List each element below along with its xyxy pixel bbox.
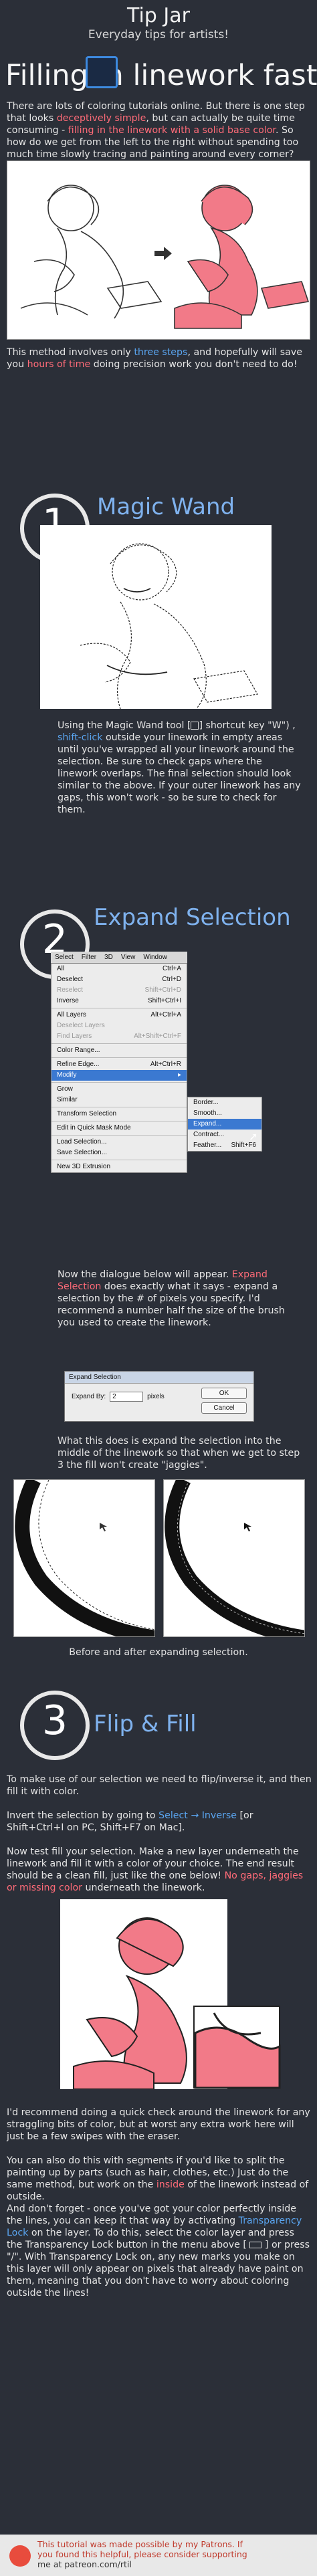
step-3-text-4: I'd recommend doing a quick check around… [7,2107,310,2142]
expand-by-label: Expand By: [72,1393,106,1400]
footer-line-3[interactable]: me at patreon.com/rtil [37,2559,312,2569]
menu-item-new-3d-extrusion[interactable]: New 3D Extrusion [51,1162,187,1172]
menu-item-load-selection[interactable]: Load Selection... [51,1137,187,1148]
menubar: Select Filter 3D View Window [51,952,187,963]
patreon-icon[interactable] [9,2545,31,2567]
menu-item-transform-selection[interactable]: Transform Selection [51,1109,187,1119]
app-logo-icon [86,56,118,88]
modify-submenu: Border... Smooth... Expand... Contract..… [187,1097,262,1152]
expand-by-input[interactable]: 2 [110,1392,144,1402]
ok-button[interactable]: OK [201,1388,247,1399]
select-dropdown: All Ctrl+A Deselect Ctrl+D Reselect Shift+C… [51,963,187,1173]
menu-item-all[interactable]: All Ctrl+A [51,964,187,974]
step-3-text-2: Invert the selection by going to Select … [7,1810,253,1833]
menubar-3d[interactable]: 3D [104,954,113,961]
menu-item-deselect[interactable]: Deselect Ctrl+D [51,974,187,985]
step-3-text-5: You can also do this with segments if yo… [7,2155,309,2202]
before-expand-image [13,1479,155,1637]
step-2-caption: Before and after expanding selection. [69,1647,248,1658]
unit-label: pixels [147,1393,165,1400]
step-2-text-2: What this does is expand the selection i… [58,1436,300,1471]
dialog-title: Expand Selection [65,1372,253,1384]
menu-item-reselect[interactable]: Reselect Shift+Ctrl+D [51,985,187,996]
transparency-lock-icon [249,2242,262,2248]
step-1-text: Using the Magic Wand tool [] shortcut ke… [58,720,301,815]
step-2-text-1: Now the dialogue below will appear. Expa… [58,1269,285,1328]
step-3-text-6: And don't forget - once you've got your … [7,2204,310,2298]
submenu-item-smooth[interactable]: Smooth... [188,1108,261,1119]
step-3-text-3: Now test fill your selection. Make a new… [7,1846,304,1893]
menu-item-modify[interactable]: Modify ▸ [51,1070,187,1081]
menubar-view[interactable]: View [121,954,136,961]
menu-separator [51,1057,187,1058]
magic-wand-icon [191,722,199,730]
cancel-button[interactable]: Cancel [201,1402,247,1414]
menu-separator [51,1043,187,1044]
step-2-title: Expand Selection [94,904,291,931]
step-3-title: Flip & Fill [94,1711,197,1737]
step-1-title: Magic Wand [97,494,235,520]
after-expand-image [163,1479,305,1637]
step-3-number: 3 [41,1697,68,1744]
arrow-right-icon [150,247,171,261]
submenu-item-border[interactable]: Border... [188,1097,261,1108]
step-3-text-1: To make use of our selection we need to … [7,1774,312,1797]
menu-separator [51,1082,187,1083]
select-menu: Select Filter 3D View Window All Ctrl+A D… [51,952,187,1173]
header-subtitle: Everyday tips for artists! [88,28,229,41]
menu-item-find-layers[interactable]: Find Layers Alt+Shift+Ctrl+F [51,1031,187,1042]
menubar-filter[interactable]: Filter [82,954,96,961]
magic-wand-selection-illustration [40,525,272,709]
menubar-window[interactable]: Window [143,954,167,961]
menu-item-quick-mask[interactable]: Edit in Quick Mask Mode [51,1123,187,1134]
intro-paragraph-1: There are lots of coloring tutorials onl… [7,101,305,160]
header-title: Tip Jar [127,4,190,27]
menu-item-inverse[interactable]: Inverse Shift+Ctrl+I [51,996,187,1006]
menu-item-grow[interactable]: Grow [51,1084,187,1095]
menu-item-deselect-layers[interactable]: Deselect Layers [51,1021,187,1031]
footer-text: This tutorial was made possible by my Pa… [37,2539,312,2569]
page-title: Filling in linework fast [5,59,317,92]
submenu-item-expand[interactable]: Expand... [188,1119,261,1130]
menu-item-refine-edge[interactable]: Refine Edge... Alt+Ctrl+R [51,1059,187,1070]
menu-separator [51,1135,187,1136]
filled-character-illustration [47,1899,281,2090]
footer-line-2: you found this helpful, please consider … [37,2549,247,2559]
menubar-select[interactable]: Select [55,954,74,961]
menu-item-save-selection[interactable]: Save Selection... [51,1148,187,1158]
menu-item-color-range[interactable]: Color Range... [51,1045,187,1056]
intro-paragraph-2: This method involves only three steps, a… [7,347,302,370]
expand-selection-dialog: Expand Selection Expand By: 2 pixels OK … [64,1371,254,1422]
menu-item-similar[interactable]: Similar [51,1095,187,1105]
menu-item-all-layers[interactable]: All Layers Alt+Ctrl+A [51,1010,187,1021]
cursor-arrow-icon: ➚ [249,1130,258,1143]
footer-line-1: This tutorial was made possible by my Pa… [37,2539,243,2549]
